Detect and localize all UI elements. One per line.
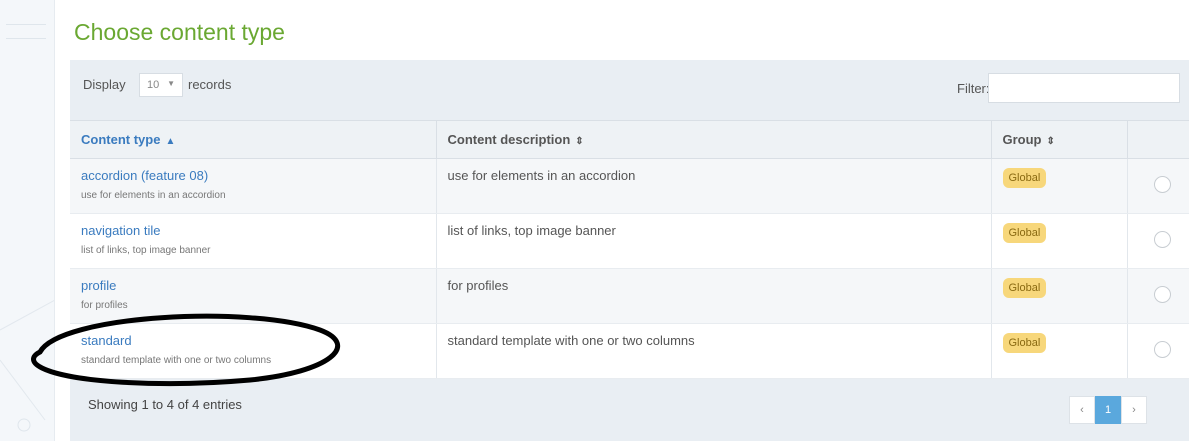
select-radio[interactable] [1153, 286, 1171, 303]
content-description-cell: standard template with one or two column… [436, 323, 992, 379]
column-header-select [1127, 120, 1189, 159]
table-footer: Showing 1 to 4 of 4 entries ‹ 1 › [70, 380, 1189, 441]
group-cell: Global [991, 213, 1128, 269]
sort-both-icon: ⇕ [1046, 136, 1055, 147]
content-type-panel: Display 10 ▼ records Filter: Content typ… [70, 60, 1189, 441]
page-size-select[interactable]: 10 ▼ [139, 73, 183, 97]
filter-label: Filter: [957, 81, 990, 96]
table-row: standard standard template with one or t… [70, 323, 1189, 379]
pager-next-button[interactable]: › [1121, 396, 1147, 424]
column-header-label: Content type [81, 132, 161, 147]
sort-ascending-icon: ▲ [165, 136, 176, 147]
pagination: ‹ 1 › [1069, 396, 1147, 424]
content-type-link[interactable]: profile [81, 278, 425, 293]
entries-info: Showing 1 to 4 of 4 entries [88, 397, 242, 412]
group-badge: Global [1002, 333, 1047, 353]
sort-both-icon: ⇕ [575, 136, 584, 147]
content-type-link[interactable]: standard [81, 333, 425, 348]
page-title: Choose content type [74, 19, 285, 45]
records-label: records [188, 77, 232, 92]
content-description-cell: for profiles [436, 268, 992, 324]
select-radio[interactable] [1153, 231, 1171, 248]
content-type-subtitle: for profiles [81, 300, 128, 311]
content-type-subtitle: standard template with one or two column… [81, 355, 272, 366]
display-label: Display [83, 77, 126, 92]
group-cell: Global [991, 158, 1128, 214]
content-type-cell: standard standard template with one or t… [70, 323, 437, 379]
content-type-cell: profile for profiles [70, 268, 437, 324]
column-header-content-description[interactable]: Content description ⇕ [436, 120, 992, 159]
content-type-subtitle: use for elements in an accordion [81, 190, 226, 201]
column-header-group[interactable]: Group ⇕ [991, 120, 1128, 159]
caret-down-icon: ▼ [167, 79, 175, 88]
select-radio[interactable] [1153, 341, 1171, 358]
column-header-label: Content description [447, 132, 571, 147]
table-header-row: Content type ▲ Content description ⇕ Group… [70, 120, 1189, 159]
table-toolbar: Display 10 ▼ records Filter: [70, 60, 1189, 120]
content-type-subtitle: list of links, top image banner [81, 245, 211, 256]
column-header-content-type[interactable]: Content type ▲ [70, 120, 437, 159]
select-cell [1127, 213, 1189, 269]
content-type-link[interactable]: navigation tile [81, 223, 425, 238]
content-description-cell: use for elements in an accordion [436, 158, 992, 214]
page-size-value: 10 [147, 79, 160, 91]
filter-input[interactable] [988, 73, 1180, 103]
group-cell: Global [991, 268, 1128, 324]
content-type-cell: accordion (feature 08) use for elements … [70, 158, 437, 214]
table-row: accordion (feature 08) use for elements … [70, 158, 1189, 214]
column-header-label: Group [1002, 132, 1042, 147]
group-badge: Global [1002, 223, 1047, 243]
content-type-link[interactable]: accordion (feature 08) [81, 168, 425, 183]
rail-decoration [0, 299, 54, 432]
group-badge: Global [1002, 278, 1047, 298]
select-cell [1127, 323, 1189, 379]
pager-page-button[interactable]: 1 [1095, 396, 1121, 424]
pager-prev-button[interactable]: ‹ [1069, 396, 1095, 424]
content-type-table: Content type ▲ Content description ⇕ Group… [70, 120, 1189, 379]
left-rail [0, 0, 55, 441]
group-badge: Global [1002, 168, 1047, 188]
select-cell [1127, 268, 1189, 324]
table-row: profile for profiles for profiles Global [70, 268, 1189, 324]
group-cell: Global [991, 323, 1128, 379]
select-radio[interactable] [1153, 176, 1171, 193]
content-type-cell: navigation tile list of links, top image… [70, 213, 437, 269]
content-description-cell: list of links, top image banner [436, 213, 992, 269]
table-row: navigation tile list of links, top image… [70, 213, 1189, 269]
select-cell [1127, 158, 1189, 214]
